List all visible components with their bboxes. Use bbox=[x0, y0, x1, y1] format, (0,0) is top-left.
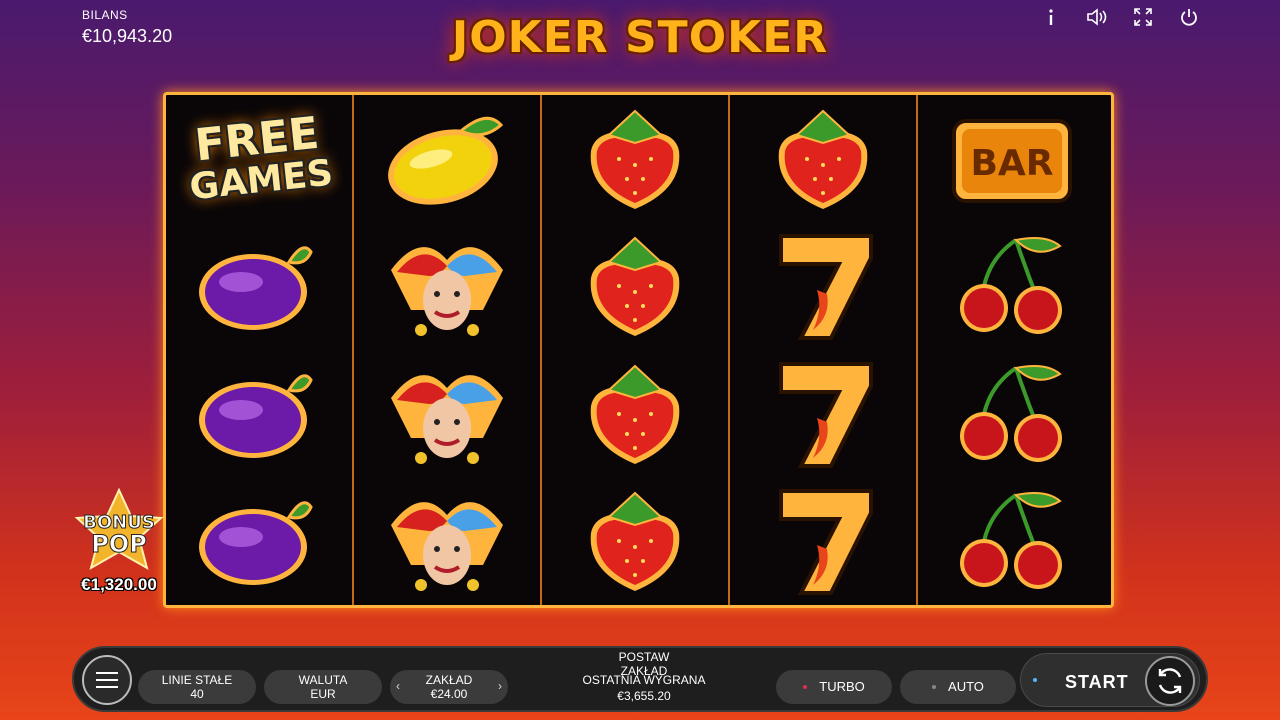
strawberry-icon bbox=[590, 109, 680, 209]
symbol-strawberry bbox=[542, 478, 728, 606]
bonus-pop-jackpot: BONUS POP €1,320.00 bbox=[64, 487, 174, 595]
last-win-value: €3,655.20 bbox=[617, 689, 671, 703]
fixed-lines-label: LINIE STAŁE bbox=[161, 673, 233, 687]
reel-1: FREE GAMES bbox=[166, 95, 354, 605]
strawberry-icon bbox=[590, 364, 680, 464]
symbol-cherry bbox=[918, 223, 1106, 351]
plum-icon bbox=[199, 246, 313, 331]
currency-value: EUR bbox=[310, 687, 336, 701]
turbo-label: TURBO bbox=[819, 679, 865, 694]
strawberry-icon bbox=[590, 491, 680, 592]
balance-label: BILANS bbox=[82, 8, 128, 22]
start-button[interactable]: START bbox=[1020, 653, 1200, 707]
fixed-lines-display: LINIE STAŁE 40 bbox=[138, 670, 256, 704]
reel-5: BAR bbox=[918, 95, 1106, 605]
symbol-joker bbox=[354, 223, 540, 351]
stake-increase-button[interactable]: › bbox=[498, 679, 502, 693]
lemon-icon bbox=[388, 116, 504, 205]
turbo-toggle[interactable]: TURBO bbox=[776, 670, 892, 704]
free-games-symbol: FREE GAMES bbox=[179, 96, 340, 221]
reel-4 bbox=[730, 95, 918, 605]
joker-icon bbox=[391, 374, 503, 464]
symbol-seven bbox=[730, 223, 916, 351]
cherry-icon bbox=[960, 364, 1062, 462]
reel-2 bbox=[354, 95, 542, 605]
stake-selector: ‹ ZAKŁAD €24.00 › bbox=[390, 670, 508, 704]
auto-toggle[interactable]: AUTO bbox=[900, 670, 1016, 704]
joker-icon bbox=[391, 502, 503, 592]
symbol-cherry bbox=[918, 350, 1106, 478]
symbol-strawberry bbox=[542, 223, 728, 351]
stake-value: €24.00 bbox=[430, 687, 468, 701]
symbol-strawberry bbox=[542, 350, 728, 478]
seven-icon bbox=[779, 361, 873, 468]
turbo-indicator-dot bbox=[803, 685, 808, 689]
symbol-strawberry bbox=[542, 95, 728, 223]
start-indicator-dot bbox=[1033, 678, 1037, 682]
cherry-icon bbox=[960, 492, 1062, 590]
auto-label: AUTO bbox=[948, 679, 984, 694]
spin-arrows-icon bbox=[1158, 668, 1182, 694]
symbol-plum bbox=[166, 350, 352, 478]
hamburger-icon bbox=[96, 679, 118, 681]
reel-3 bbox=[542, 95, 730, 605]
stake-decrease-button[interactable]: ‹ bbox=[396, 679, 400, 693]
strawberry-icon bbox=[778, 109, 868, 209]
plum-icon bbox=[199, 374, 313, 458]
plum-icon bbox=[199, 501, 313, 586]
symbol-seven bbox=[730, 478, 916, 606]
symbol-strawberry bbox=[730, 95, 916, 223]
symbol-joker bbox=[354, 478, 540, 606]
balance-display: BILANS €10,943.20 bbox=[82, 8, 172, 47]
reel-grid: FREE GAMES BAR bbox=[163, 92, 1114, 608]
symbol-free-games: FREE GAMES bbox=[166, 95, 352, 223]
symbol-cherry bbox=[918, 478, 1106, 606]
sound-icon[interactable] bbox=[1086, 6, 1108, 28]
stake-label: ZAKŁAD bbox=[425, 673, 473, 687]
symbol-seven bbox=[730, 350, 916, 478]
fullscreen-icon[interactable] bbox=[1132, 6, 1154, 28]
bar-label: BAR bbox=[970, 143, 1053, 184]
info-icon[interactable] bbox=[1040, 6, 1062, 28]
bonus-pop-amount: €1,320.00 bbox=[81, 575, 157, 594]
bonus-pop-line2: POP bbox=[91, 530, 147, 558]
strawberry-icon bbox=[590, 236, 680, 337]
control-bar: POSTAW ZAKŁAD LINIE STAŁE 40 WALUTA EUR … bbox=[72, 646, 1208, 712]
start-label: START bbox=[1065, 672, 1129, 692]
joker-icon bbox=[391, 247, 503, 337]
balance-value: €10,943.20 bbox=[82, 26, 173, 46]
spin-button[interactable] bbox=[1145, 656, 1195, 706]
seven-icon bbox=[779, 489, 873, 596]
cherry-icon bbox=[960, 237, 1062, 335]
menu-button[interactable] bbox=[82, 655, 132, 705]
last-win-label: OSTATNIA WYGRANA bbox=[582, 673, 706, 687]
symbol-plum bbox=[166, 478, 352, 606]
game-title: JOKER STOKER bbox=[451, 11, 829, 63]
symbol-plum bbox=[166, 223, 352, 351]
bonus-pop-star-icon: BONUS POP bbox=[74, 487, 164, 571]
symbol-bar: BAR bbox=[918, 95, 1106, 223]
last-win-display: OSTATNIA WYGRANA €3,655.20 bbox=[574, 672, 714, 704]
seven-icon bbox=[779, 234, 873, 341]
fixed-lines-value: 40 bbox=[190, 687, 204, 701]
bar-icon: BAR bbox=[952, 118, 1072, 203]
symbol-lemon bbox=[354, 95, 540, 223]
auto-indicator-dot bbox=[932, 685, 937, 689]
symbol-joker bbox=[354, 350, 540, 478]
currency-display: WALUTA EUR bbox=[264, 670, 382, 704]
top-icon-bar bbox=[1040, 6, 1200, 28]
currency-label: WALUTA bbox=[298, 673, 348, 687]
power-icon[interactable] bbox=[1178, 6, 1200, 28]
